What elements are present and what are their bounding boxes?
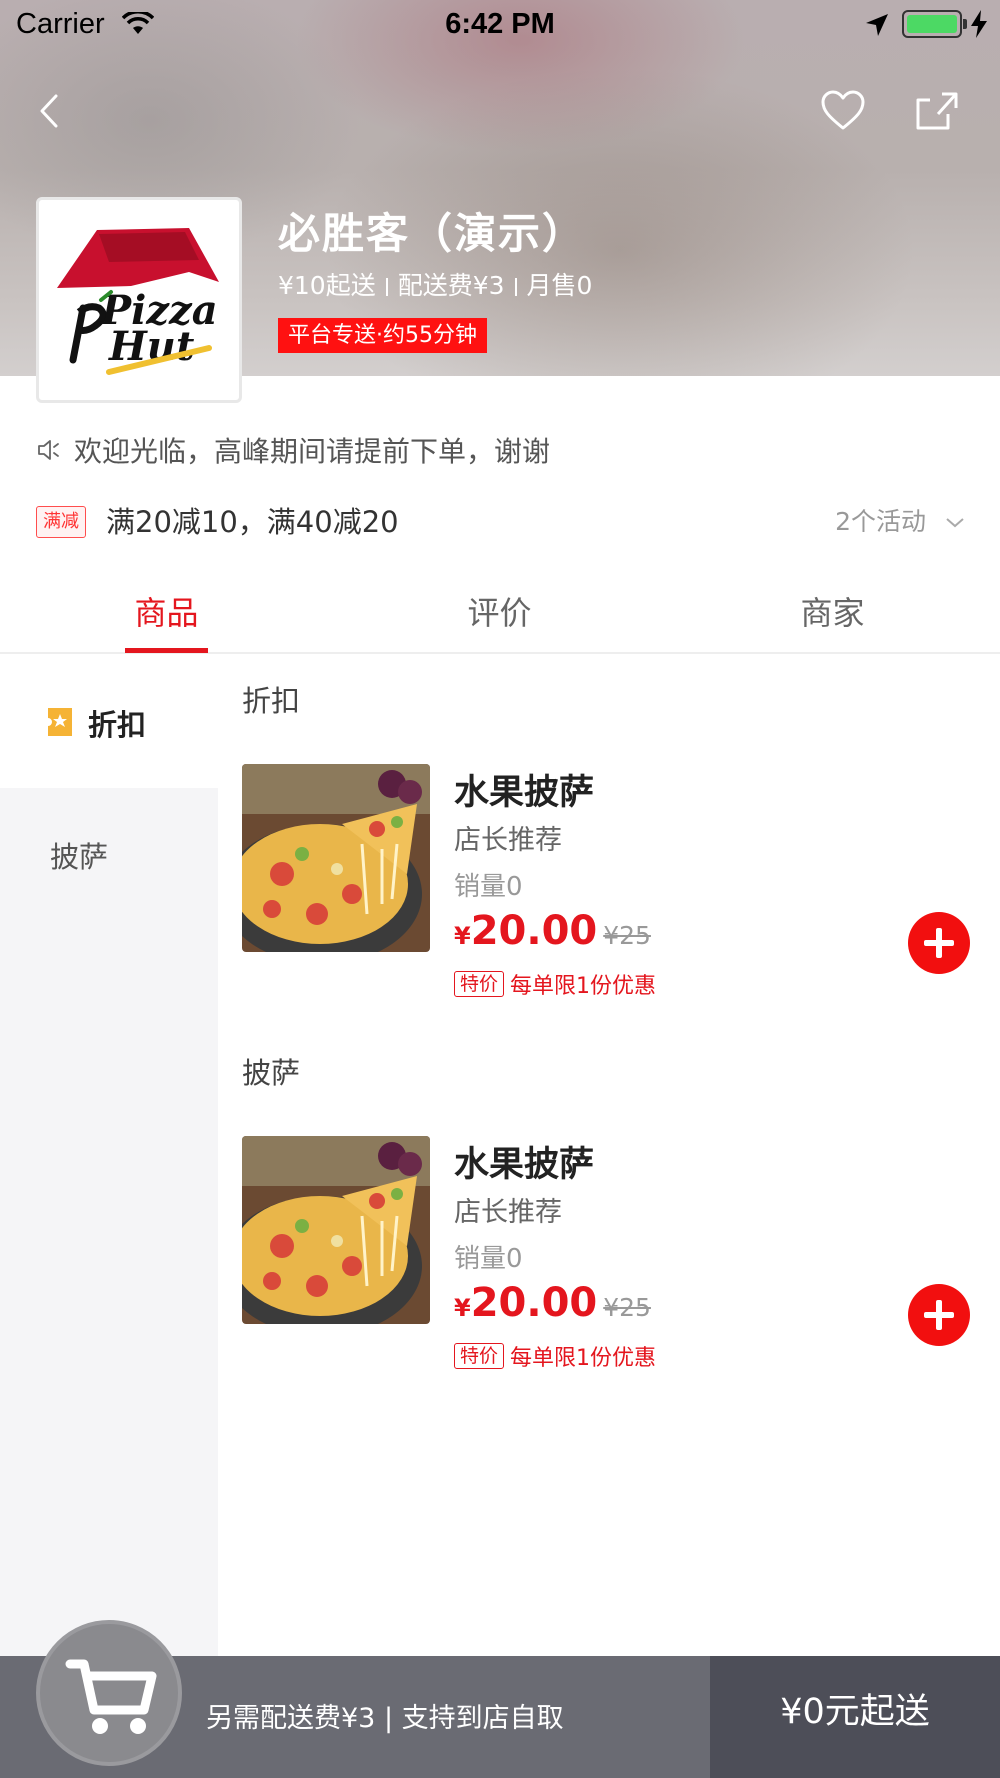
favorite-heart-icon[interactable] bbox=[818, 86, 868, 136]
shop-notice[interactable]: 欢迎光临，高峰期间请提前下单，谢谢 bbox=[36, 430, 550, 470]
product-name: 水果披萨 bbox=[454, 1145, 595, 1185]
meta-divider bbox=[385, 278, 388, 296]
share-icon[interactable] bbox=[912, 86, 962, 136]
back-icon[interactable] bbox=[30, 86, 70, 136]
tab-reviews[interactable]: 评价 bbox=[333, 580, 666, 652]
delivery-time-badge: 平台专送·约55分钟 bbox=[278, 318, 487, 353]
active-tab-indicator bbox=[125, 648, 208, 653]
category-item-discount[interactable]: 折扣 bbox=[0, 656, 218, 788]
price-value: 20.00 bbox=[470, 908, 598, 954]
deal-tag: 特价 bbox=[454, 1343, 505, 1369]
promotion-more[interactable]: 2个活动 bbox=[835, 502, 966, 542]
original-price: ¥25 bbox=[603, 1293, 651, 1322]
product-image bbox=[242, 764, 430, 952]
notice-text: 欢迎光临，高峰期间请提前下单，谢谢 bbox=[74, 435, 551, 468]
battery-tip bbox=[963, 19, 967, 29]
product-sales: 销量0 bbox=[454, 1244, 523, 1274]
tab-products[interactable]: 商品 bbox=[0, 580, 333, 652]
product-description: 店长推荐 bbox=[454, 825, 562, 856]
cart-info: 另需配送费¥3 | 支持到店自取 bbox=[206, 1703, 564, 1734]
product-description: 店长推荐 bbox=[454, 1197, 562, 1228]
pizza-hut-logo-icon: Pizza Hut bbox=[57, 228, 219, 375]
shop-tabs: 商品 评价 商家 bbox=[0, 580, 1000, 654]
deal-text: 每单限1份优惠 bbox=[510, 974, 657, 999]
shop-name: 必胜客（演示） bbox=[278, 209, 587, 258]
meta-divider bbox=[514, 278, 517, 296]
deal-info: 特价 每单限1份优惠 bbox=[454, 968, 657, 999]
category-label: 披萨 bbox=[50, 840, 109, 874]
discount-star-icon bbox=[48, 708, 72, 736]
product-sales: 销量0 bbox=[454, 872, 523, 902]
activity-count: 2个活动 bbox=[835, 507, 927, 536]
category-item-pizza[interactable]: 披萨 bbox=[0, 788, 218, 920]
product-card[interactable]: 水果披萨 店长推荐 销量0 ¥20.00 ¥25 特价 每单限1份优惠 bbox=[242, 764, 982, 1014]
section-title: 披萨 bbox=[242, 1056, 301, 1090]
chevron-down-icon bbox=[946, 518, 964, 528]
min-order: ¥10起送 bbox=[278, 271, 376, 300]
delivery-fee: 配送费¥3 bbox=[397, 271, 505, 300]
category-label: 折扣 bbox=[88, 708, 147, 742]
battery-icon bbox=[902, 10, 962, 38]
product-card[interactable]: 水果披萨 店长推荐 销量0 ¥20.00 ¥25 特价 每单限1份优惠 bbox=[242, 1136, 982, 1386]
promotion-row[interactable]: 满减 满20减10，满40减20 2个活动 bbox=[36, 502, 966, 542]
shop-logo: Pizza Hut bbox=[36, 197, 242, 403]
location-arrow-icon bbox=[866, 14, 888, 36]
shopping-cart-icon bbox=[65, 1659, 157, 1734]
checkout-button[interactable]: ¥0元起送 bbox=[710, 1656, 1000, 1778]
speaker-icon bbox=[38, 440, 59, 460]
promotion-text: 满20减10，满40减20 bbox=[106, 505, 399, 539]
product-image bbox=[242, 1136, 430, 1324]
original-price: ¥25 bbox=[603, 921, 651, 950]
price-currency: ¥ bbox=[454, 922, 471, 950]
monthly-sales: 月售0 bbox=[526, 271, 593, 300]
cart-button[interactable] bbox=[36, 1620, 182, 1766]
section-title: 折扣 bbox=[242, 684, 301, 718]
deal-text: 每单限1份优惠 bbox=[510, 1346, 657, 1371]
price-value: 20.00 bbox=[470, 1280, 598, 1326]
status-time: 6:42 PM bbox=[445, 8, 555, 40]
deal-tag: 特价 bbox=[454, 971, 505, 997]
product-price: ¥20.00 ¥25 bbox=[454, 1280, 651, 1326]
deal-info: 特价 每单限1份优惠 bbox=[454, 1340, 657, 1371]
shop-meta: ¥10起送 配送费¥3 月售0 bbox=[278, 266, 592, 302]
add-to-cart-button[interactable] bbox=[908, 912, 970, 974]
charging-bolt-icon bbox=[971, 10, 987, 38]
status-bar: Carrier 6:42 PM bbox=[0, 0, 1000, 50]
product-name: 水果披萨 bbox=[454, 773, 595, 813]
tab-merchant[interactable]: 商家 bbox=[666, 580, 999, 652]
price-currency: ¥ bbox=[454, 1294, 471, 1322]
promotion-tag: 满减 bbox=[36, 506, 86, 538]
add-to-cart-button[interactable] bbox=[908, 1284, 970, 1346]
product-price: ¥20.00 ¥25 bbox=[454, 908, 651, 954]
category-sidebar: 折扣 披萨 bbox=[0, 656, 218, 1656]
